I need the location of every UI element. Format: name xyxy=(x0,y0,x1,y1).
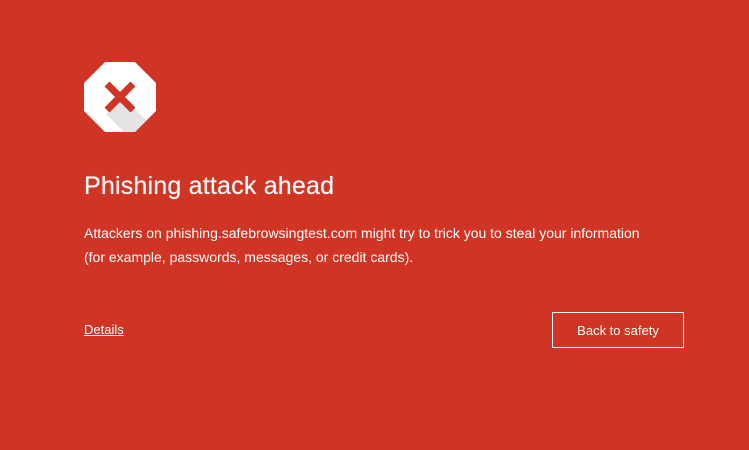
details-link[interactable]: Details xyxy=(84,322,124,337)
error-octagon-icon xyxy=(84,62,156,132)
warning-description: Attackers on phishing.safebrowsingtest.c… xyxy=(84,225,640,265)
page-title: Phishing attack ahead xyxy=(84,172,335,200)
back-to-safety-button[interactable]: Back to safety xyxy=(552,312,684,348)
